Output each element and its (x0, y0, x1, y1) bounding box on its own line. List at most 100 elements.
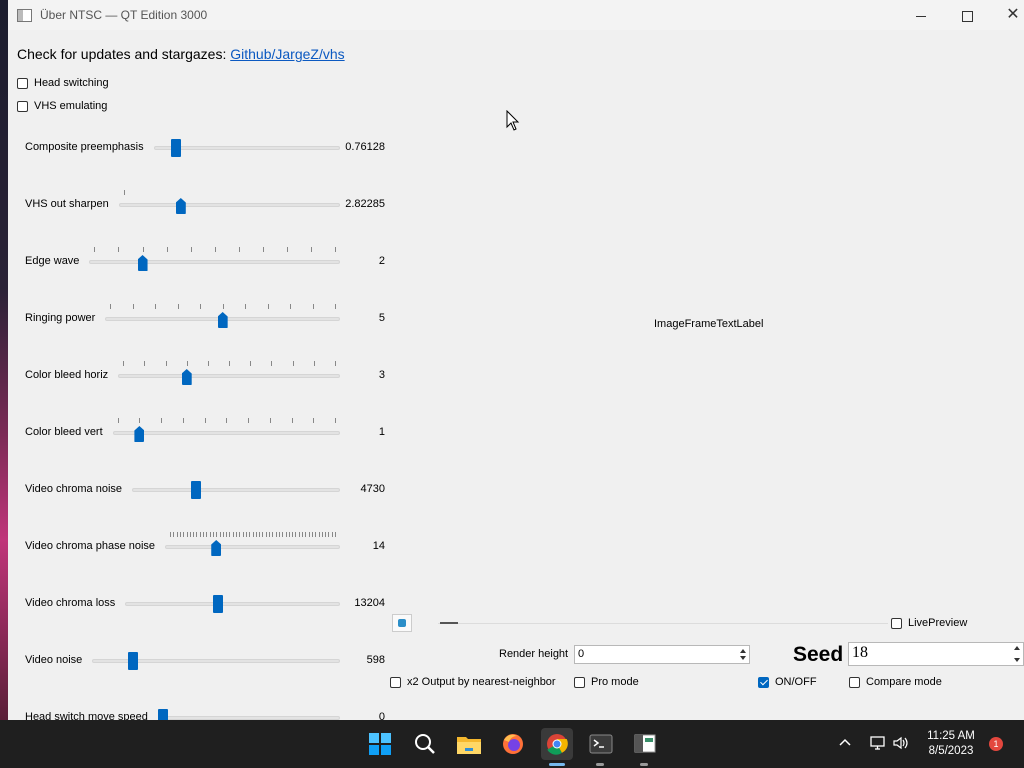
slider-handle[interactable] (127, 652, 138, 670)
slider-handle[interactable] (217, 312, 228, 328)
slider-track[interactable] (118, 203, 340, 207)
render-height-stepper[interactable] (737, 646, 749, 663)
chevron-up-icon[interactable] (838, 736, 852, 750)
seed-stepper[interactable] (1011, 643, 1023, 665)
slider-handle[interactable] (134, 426, 145, 442)
notification-badge[interactable]: 1 (989, 737, 1003, 751)
slider-tick (207, 361, 209, 366)
slider-ticks (94, 247, 336, 253)
slider-track[interactable] (112, 431, 340, 435)
terminal-icon[interactable] (585, 728, 617, 760)
arrow-up-icon[interactable] (1014, 646, 1020, 650)
maximize-icon (961, 10, 973, 22)
start-icon[interactable] (364, 728, 396, 760)
vhs-emulating-box[interactable] (17, 100, 28, 112)
slider-value: 0.76128 (345, 141, 385, 153)
head-switching-label: Head switching (34, 77, 109, 89)
network-icon[interactable] (869, 734, 887, 752)
slider-tick (321, 532, 323, 537)
slider-tick (173, 532, 175, 537)
slider-row: Video chroma loss 13204 (25, 589, 385, 619)
title-bar[interactable]: Über NTSC — QT Edition 3000 ✕ (8, 0, 1024, 30)
preview-button[interactable] (392, 614, 412, 632)
arrow-down-icon[interactable] (1014, 658, 1020, 662)
slider-handle[interactable] (213, 595, 224, 613)
slider-tick (305, 532, 307, 537)
slider-tick (222, 532, 224, 537)
slider-row: VHS out sharpen 2.82285 (25, 190, 385, 220)
seed-spinbox[interactable]: 18 (848, 642, 1024, 666)
compare-mode-box[interactable] (849, 676, 860, 688)
on-off-label: ON/OFF (775, 676, 817, 688)
slider-tick (94, 247, 96, 252)
firefox-icon[interactable] (497, 728, 529, 760)
slider-ticks (123, 361, 336, 367)
terminal-running-indicator (596, 763, 604, 766)
x2-output-box[interactable] (390, 676, 401, 688)
slider-handle[interactable] (181, 369, 192, 385)
slider-handle[interactable] (191, 481, 202, 499)
slider-tick (245, 304, 247, 309)
arrow-up-icon[interactable] (740, 649, 746, 653)
slider-tick (216, 532, 218, 537)
close-button[interactable]: ✕ (990, 0, 1024, 30)
slider-track[interactable] (132, 488, 340, 492)
slider-tick (142, 247, 144, 252)
slider-handle[interactable] (157, 709, 168, 720)
slider-tick (226, 418, 228, 423)
volume-icon[interactable] (892, 734, 910, 752)
slider-track[interactable] (118, 374, 340, 378)
pro-mode-box[interactable] (574, 676, 585, 688)
slider-track[interactable] (125, 602, 340, 606)
live-preview-checkbox[interactable]: LivePreview (891, 617, 967, 629)
slider-tick (335, 304, 336, 309)
pro-mode-checkbox[interactable]: Pro mode (574, 676, 639, 688)
slider-row: Video chroma phase noise 14 (25, 532, 385, 562)
slider-handle[interactable] (211, 540, 222, 556)
slider-tick (132, 304, 134, 309)
on-off-box[interactable] (758, 676, 769, 688)
chrome-icon[interactable] (541, 728, 573, 760)
head-switching-checkbox[interactable]: Head switching (17, 77, 109, 89)
slider-ticks (110, 304, 336, 310)
preview-slider[interactable] (438, 623, 888, 624)
slider-track[interactable] (89, 260, 340, 264)
render-height-spinbox[interactable]: 0 (574, 645, 750, 664)
github-link[interactable]: Github/JargeZ/vhs (230, 46, 344, 62)
on-off-checkbox[interactable]: ON/OFF (758, 676, 817, 688)
slider-tick (110, 304, 112, 309)
slider-tick (196, 532, 198, 537)
slider-handle[interactable] (137, 255, 148, 271)
chrome-active-indicator (549, 763, 565, 766)
minimize-button[interactable] (898, 0, 944, 30)
slider-tick (170, 532, 172, 537)
slider-row: Video noise 598 (25, 646, 385, 676)
slider-label: VHS out sharpen (25, 198, 109, 210)
slider-label: Color bleed horiz (25, 369, 109, 381)
slider-tick (310, 247, 312, 252)
maximize-button[interactable] (944, 0, 990, 30)
taskbar: 11:25 AM 8/5/2023 (0, 720, 1024, 768)
x2-output-checkbox[interactable]: x2 Output by nearest-neighbor (390, 676, 556, 688)
search-icon[interactable] (409, 728, 441, 760)
slider-handle[interactable] (175, 198, 186, 214)
slider-track[interactable] (165, 545, 340, 549)
compare-mode-checkbox[interactable]: Compare mode (849, 676, 942, 688)
preview-slider-handle[interactable] (440, 622, 458, 624)
slider-handle[interactable] (171, 139, 182, 157)
slider-track[interactable] (153, 146, 340, 150)
clock[interactable]: 11:25 AM 8/5/2023 (916, 729, 986, 759)
seed-value: 18 (852, 644, 868, 661)
slider-tick (226, 532, 228, 537)
vhs-emulating-checkbox[interactable]: VHS emulating (17, 100, 107, 112)
slider-tick (311, 532, 313, 537)
slider-tick (232, 532, 234, 537)
app-window-icon[interactable] (629, 728, 661, 760)
slider-label: Edge wave (25, 255, 80, 267)
live-preview-box[interactable] (891, 617, 902, 629)
update-notice: Check for updates and stargazes: Github/… (17, 46, 345, 62)
slider-tick (313, 361, 315, 366)
file-explorer-icon[interactable] (453, 728, 485, 760)
arrow-down-icon[interactable] (740, 656, 746, 660)
head-switching-box[interactable] (17, 77, 28, 89)
